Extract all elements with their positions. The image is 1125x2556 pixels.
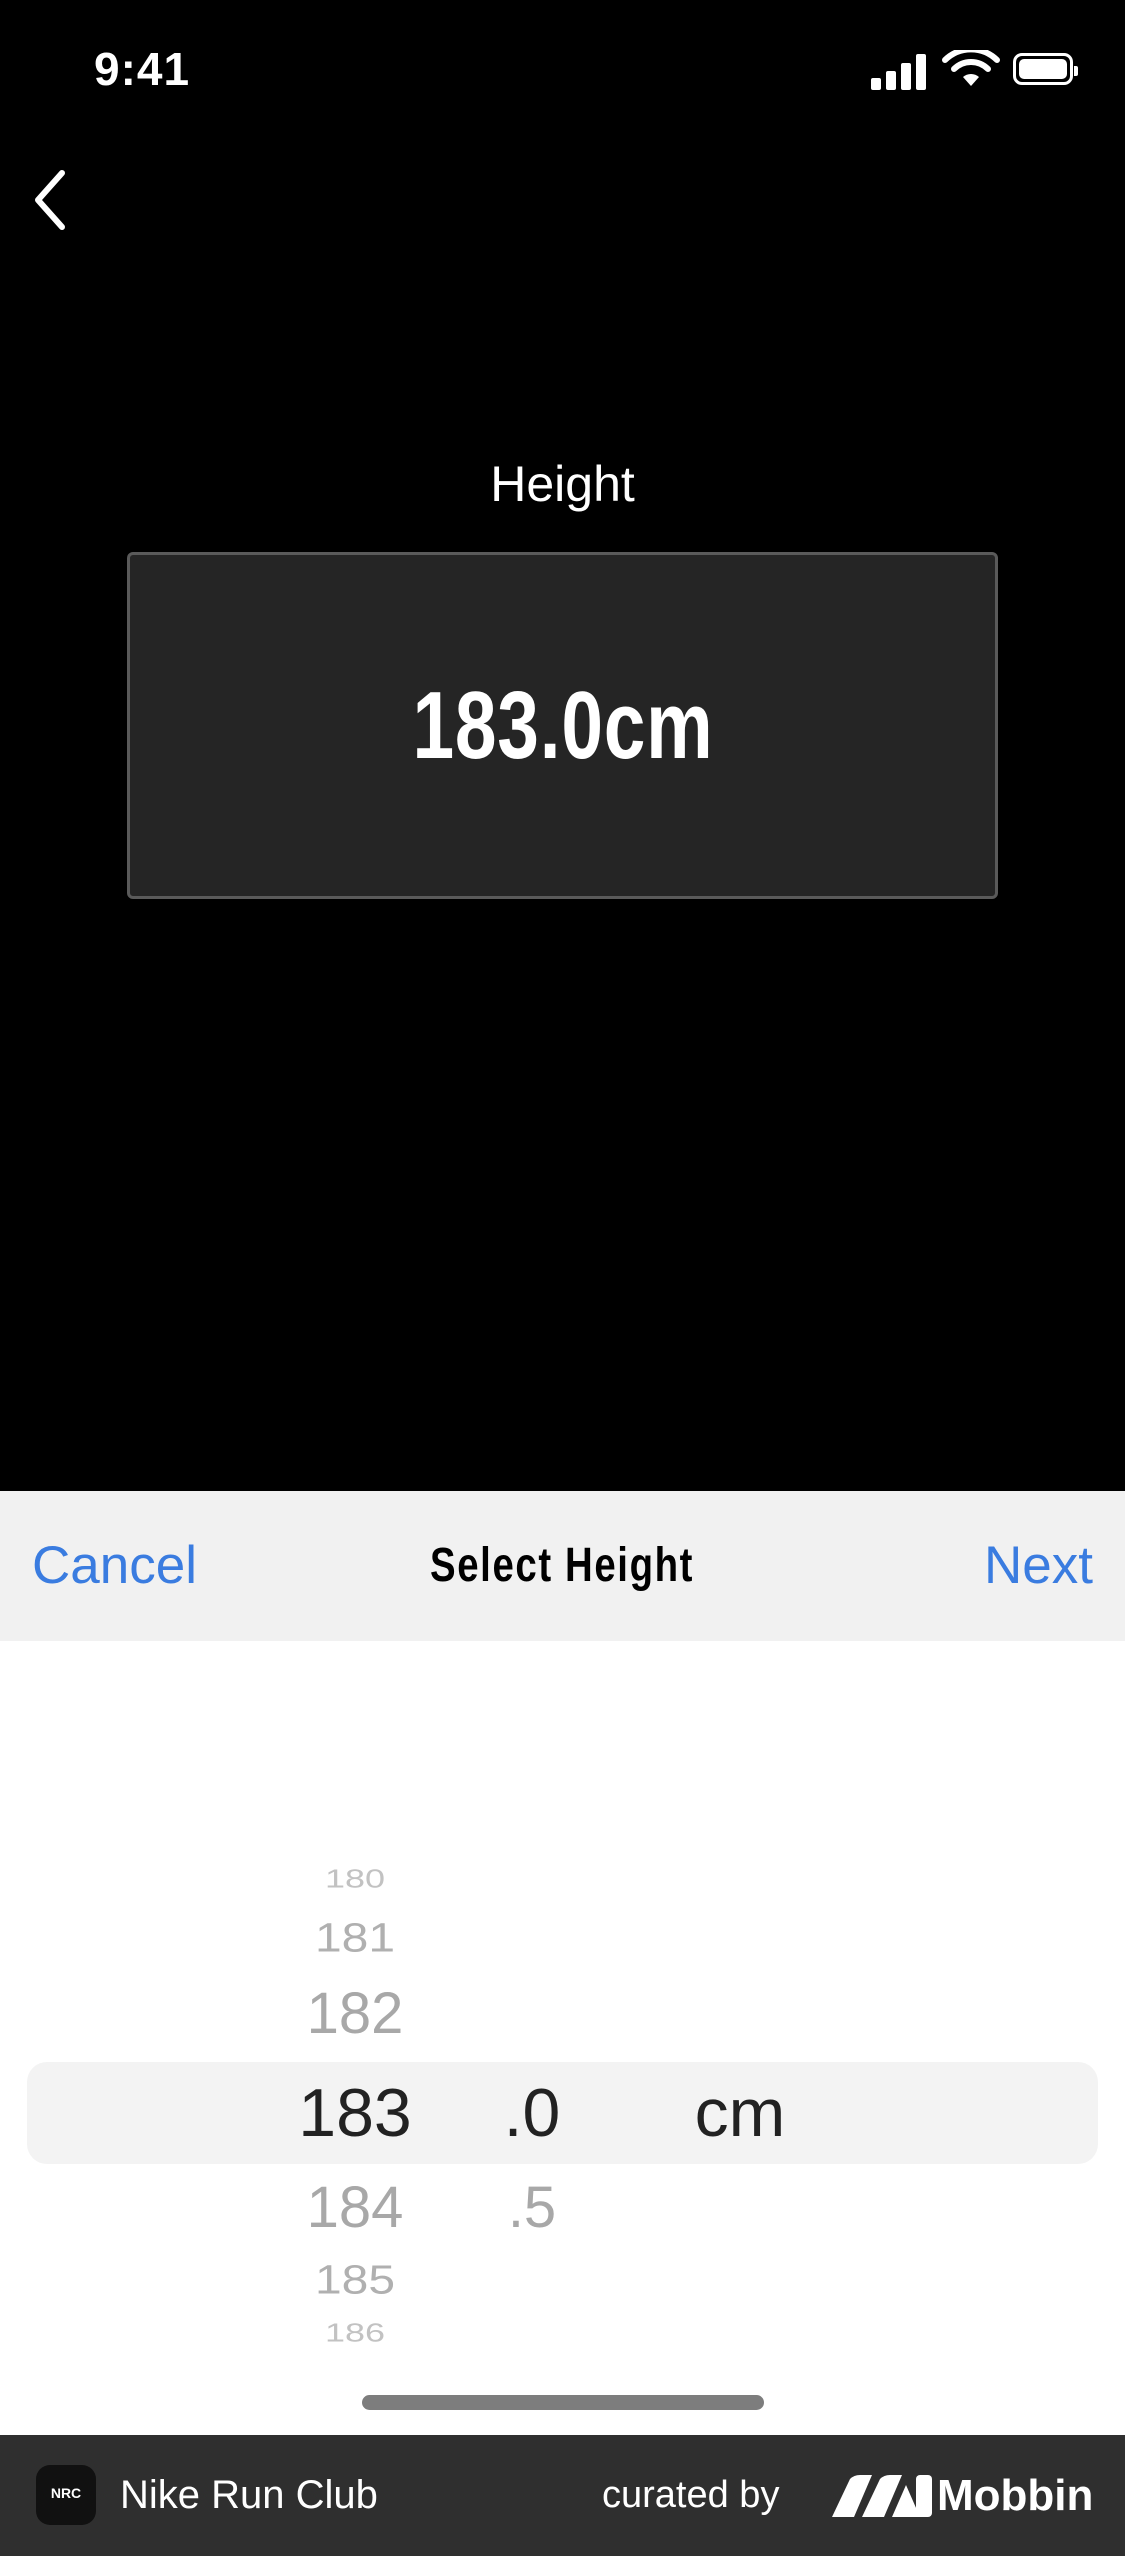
picker-integer-option[interactable]: 181: [255, 1915, 455, 1963]
picker-title-text: Select Height: [430, 1539, 695, 1592]
picker-integer-option[interactable]: 180: [255, 1864, 455, 1894]
status-icons: [871, 50, 1081, 90]
picker-integer-option[interactable]: 186: [255, 2318, 455, 2348]
next-button[interactable]: Next: [984, 1491, 1093, 1641]
app-icon-text: NRC: [50, 2485, 82, 2501]
picker-integer-option[interactable]: 185: [255, 2257, 455, 2305]
battery-icon: [1013, 53, 1078, 85]
picker-decimal-option[interactable]: .5: [482, 2175, 582, 2241]
picker-integer-selected[interactable]: 183: [255, 2073, 455, 2153]
mobbin-logo-icon: [832, 2475, 932, 2517]
height-picker[interactable]: 180 181 182 183 184 185 186 .0 .5 cm: [0, 1641, 1125, 2435]
curated-by-label: curated by: [602, 2474, 780, 2516]
cancel-button[interactable]: Cancel: [32, 1491, 197, 1641]
home-indicator: [362, 2395, 764, 2410]
back-button[interactable]: [20, 165, 90, 235]
picker-unit-selected[interactable]: cm: [660, 2073, 820, 2153]
wifi-icon: [942, 50, 1000, 86]
picker-decimal-selected[interactable]: .0: [482, 2073, 582, 2153]
page-title: Height: [490, 456, 635, 512]
picker-integer-option[interactable]: 182: [255, 1981, 455, 2047]
status-time: 9:41: [94, 43, 191, 95]
credit-bar: NRC Nike Run Club curated by Mobbin: [0, 2435, 1125, 2556]
app-name: Nike Run Club: [120, 2473, 378, 2517]
height-value: 183.0cm: [411, 671, 714, 779]
height-value-box[interactable]: 183.0cm: [127, 552, 998, 899]
mobbin-brand: Mobbin: [937, 2471, 1094, 2520]
app-icon: NRC: [36, 2465, 96, 2525]
picker-toolbar: Select Height Cancel Next: [0, 1491, 1125, 1641]
picker-integer-option[interactable]: 184: [255, 2175, 455, 2241]
